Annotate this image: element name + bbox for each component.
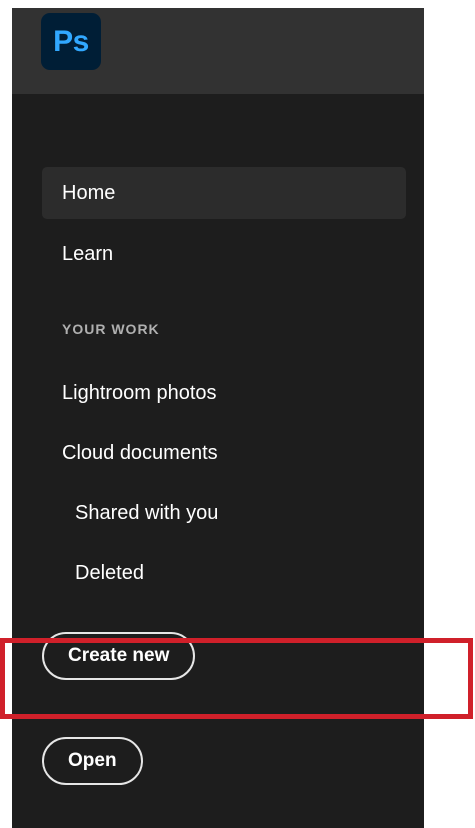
nav-item-deleted[interactable]: Deleted — [42, 547, 406, 599]
create-new-button[interactable]: Create new — [42, 632, 196, 680]
top-bar: Ps — [12, 8, 424, 94]
photoshop-logo-icon: Ps — [41, 13, 101, 70]
open-button[interactable]: Open — [42, 737, 143, 785]
sidebar-panel: Ps Home Learn YOUR WORK Lightroom photos… — [12, 8, 424, 828]
nav-item-home[interactable]: Home — [42, 167, 406, 219]
nav-item-cloud-documents[interactable]: Cloud documents — [42, 427, 406, 479]
nav-item-shared-with-you[interactable]: Shared with you — [42, 487, 406, 539]
nav-item-lightroom-photos[interactable]: Lightroom photos — [42, 367, 406, 419]
nav-item-learn[interactable]: Learn — [42, 228, 406, 280]
section-heading-your-work: YOUR WORK — [62, 321, 160, 337]
